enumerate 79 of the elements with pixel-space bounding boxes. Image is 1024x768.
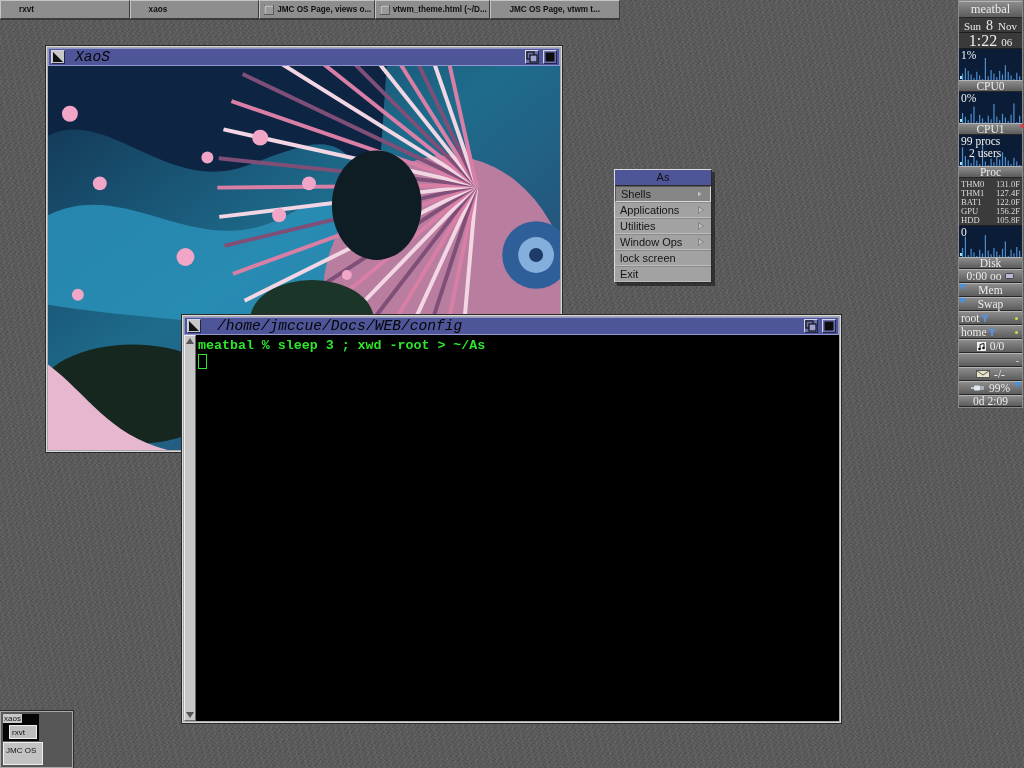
label-text: CPU0 — [976, 80, 1005, 92]
sensor-value: 105.8F — [995, 216, 1020, 225]
taskbar-button[interactable]: JMC OS Page, vtwm t... — [490, 0, 620, 19]
overlapping-squares-icon — [805, 320, 817, 332]
triangle-icon — [188, 320, 200, 332]
pager-window[interactable]: rxvt — [9, 725, 37, 739]
month-text: Nov — [998, 20, 1018, 32]
taskbar-button[interactable]: vtwm_theme.html (~/D... — [374, 0, 491, 19]
up-arrow-icon — [186, 338, 194, 344]
down-arrow-icon — [186, 712, 194, 718]
sensor-name: BAT1 — [961, 198, 982, 207]
graph-reading: 1% — [961, 49, 977, 61]
meter-label: 99% — [988, 382, 1011, 394]
dot-icon — [1015, 316, 1018, 320]
square-icon — [264, 4, 275, 15]
graph-reading: 0 — [961, 226, 967, 238]
status-text: -/- — [994, 368, 1005, 380]
seconds-text: 06 — [1001, 36, 1013, 48]
activity-graph-drawing — [959, 135, 1022, 166]
terminal-line: meatbal % sleep 3 ; xwd -root > ~/As — [198, 338, 487, 353]
iconify-button[interactable] — [187, 319, 201, 333]
sensor-value: 156.2F — [995, 207, 1020, 216]
menu-title: As — [615, 170, 711, 186]
menu-item[interactable]: Window Ops — [615, 234, 711, 250]
taskbar-button[interactable]: xaos — [129, 0, 260, 19]
mount-name: root — [961, 312, 980, 324]
status-text: 0/0 — [989, 340, 1005, 352]
activity-graph-drawing — [959, 226, 1022, 257]
menu-item[interactable]: Shells — [615, 186, 711, 202]
meter-label: Swap — [977, 298, 1004, 310]
zoom-button[interactable] — [822, 319, 836, 333]
envelope-icon — [976, 370, 991, 378]
mount-name: home — [961, 326, 987, 338]
status-text: 0:00 oo — [966, 270, 1002, 282]
resize-button[interactable] — [525, 50, 539, 64]
resize-button[interactable] — [804, 319, 818, 333]
square-icon — [379, 4, 390, 15]
plug-icon — [970, 384, 985, 392]
sensor-name: HDD — [961, 216, 980, 225]
scrollbar[interactable] — [184, 335, 196, 721]
overlapping-squares-icon — [526, 51, 538, 63]
window-title: XaoS — [75, 49, 111, 65]
label-text: Proc — [979, 166, 1002, 178]
graph-reading: 99 procs — [961, 135, 1001, 147]
menu-item[interactable]: lock screen — [615, 250, 711, 266]
day-text: 8 — [986, 18, 994, 34]
pager-window-label: xaos — [3, 714, 22, 723]
iconify-button[interactable] — [51, 50, 65, 64]
sensor-name: GPU — [961, 207, 979, 216]
weekday-text: Sun — [963, 20, 982, 32]
pager-window[interactable]: JMC OS — [3, 742, 43, 765]
sensor-value: 122.0F — [995, 198, 1020, 207]
zoom-button[interactable] — [543, 50, 557, 64]
window-title: /home/jmccue/Docs/WEB/config — [217, 318, 463, 334]
activity-graph-drawing — [959, 92, 1022, 123]
sensor-value: 131.0F — [995, 180, 1020, 189]
taskbar-button[interactable]: rxvt — [0, 0, 130, 19]
label-text: CPU1 — [976, 123, 1005, 135]
label-text: Disk — [979, 257, 1002, 269]
sensor-value: 127.4F — [995, 189, 1020, 198]
sensor-name: THM0 — [961, 180, 985, 189]
taskbar-button[interactable]: JMC OS Page, views o... — [259, 0, 375, 19]
label-text: 0d 2:09 — [973, 395, 1008, 407]
meter-label: Mem — [978, 284, 1003, 296]
dot-icon — [1015, 330, 1018, 334]
activity-graph-drawing — [959, 49, 1022, 80]
time-text: 1:22 — [968, 33, 998, 49]
sensor-name: THM1 — [961, 189, 985, 198]
host-name: meatbal — [959, 1, 1022, 18]
menu-item[interactable]: Exit — [615, 266, 711, 282]
bar-icon — [1005, 273, 1015, 279]
menu-item[interactable]: Utilities — [615, 218, 711, 234]
menu-item[interactable]: Applications — [615, 202, 711, 218]
note-icon — [976, 341, 986, 351]
square-icon — [544, 51, 556, 63]
square-icon — [823, 320, 835, 332]
graph-reading: 0% — [961, 92, 977, 104]
status-text: - — [1015, 354, 1019, 366]
triangle-icon — [52, 51, 64, 63]
